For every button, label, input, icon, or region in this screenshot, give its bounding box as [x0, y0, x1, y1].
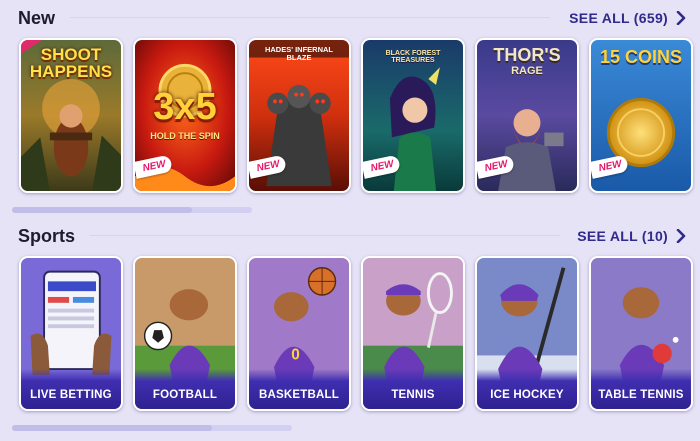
game-title: 15 COINS [599, 47, 683, 67]
new-header-divider [70, 17, 550, 18]
new-games-row: SHOOT HAPPENS 3x5 HOLD THE SPIN NEW HADE… [19, 38, 693, 193]
game-title: SHOOT HAPPENS [29, 45, 113, 81]
sport-label: TABLE TENNIS [591, 369, 691, 409]
sport-label: BASKETBALL [249, 369, 349, 409]
sports-row-scrollbar-thumb[interactable] [12, 425, 212, 431]
sports-section-header: Sports SEE ALL (10) [18, 224, 686, 248]
sports-row: LIVE BETTING FOOTBALL 0 BASKETBALL TENNI… [19, 256, 693, 411]
game-subtitle: HOLD THE SPIN [150, 131, 220, 141]
sport-card-live-betting[interactable]: LIVE BETTING [19, 256, 123, 411]
new-section-header: New SEE ALL (659) [18, 6, 686, 30]
sport-card-table-tennis[interactable]: TABLE TENNIS [589, 256, 693, 411]
sports-see-all-label: SEE ALL (10) [577, 228, 668, 244]
sport-card-tennis[interactable]: TENNIS [361, 256, 465, 411]
game-card-black-forest-treasures[interactable]: BLACK FOREST TREASURES NEW [361, 38, 465, 193]
game-card-hades-infernal-blaze[interactable]: HADES' INFERNAL BLAZE NEW [247, 38, 351, 193]
game-subtitle: RAGE [511, 65, 543, 77]
sport-card-football[interactable]: FOOTBALL [133, 256, 237, 411]
sports-section-title: Sports [18, 225, 76, 246]
sport-card-basketball[interactable]: 0 BASKETBALL [247, 256, 351, 411]
new-section-title: New [18, 7, 56, 28]
game-title: THOR'S [493, 45, 561, 65]
game-card-3x5[interactable]: 3x5 HOLD THE SPIN NEW [133, 38, 237, 193]
sport-label: ICE HOCKEY [477, 369, 577, 409]
sports-header-divider [90, 235, 560, 236]
chevron-right-icon [676, 229, 686, 243]
sport-label: FOOTBALL [135, 369, 235, 409]
sport-label: LIVE BETTING [21, 369, 121, 409]
new-see-all-label: SEE ALL (659) [569, 10, 668, 26]
new-row-scrollbar[interactable] [12, 207, 252, 213]
game-card-15-coins[interactable]: 15 COINS NEW [589, 38, 693, 193]
new-row-scrollbar-thumb[interactable] [12, 207, 192, 213]
sports-row-scrollbar[interactable] [12, 425, 292, 431]
game-title: HADES' INFERNAL BLAZE [264, 45, 334, 62]
game-card-shoot-happens[interactable]: SHOOT HAPPENS [19, 38, 123, 193]
game-title: BLACK FOREST TREASURES [385, 50, 441, 64]
new-see-all-link[interactable]: SEE ALL (659) [569, 10, 686, 26]
sport-label: TENNIS [363, 369, 463, 409]
sports-see-all-link[interactable]: SEE ALL (10) [577, 228, 686, 244]
chevron-right-icon [676, 11, 686, 25]
sport-card-ice-hockey[interactable]: ICE HOCKEY [475, 256, 579, 411]
game-title: 3x5 [153, 86, 217, 128]
game-card-thors-rage[interactable]: THOR'S RAGE NEW [475, 38, 579, 193]
svg-text:0: 0 [291, 346, 300, 363]
